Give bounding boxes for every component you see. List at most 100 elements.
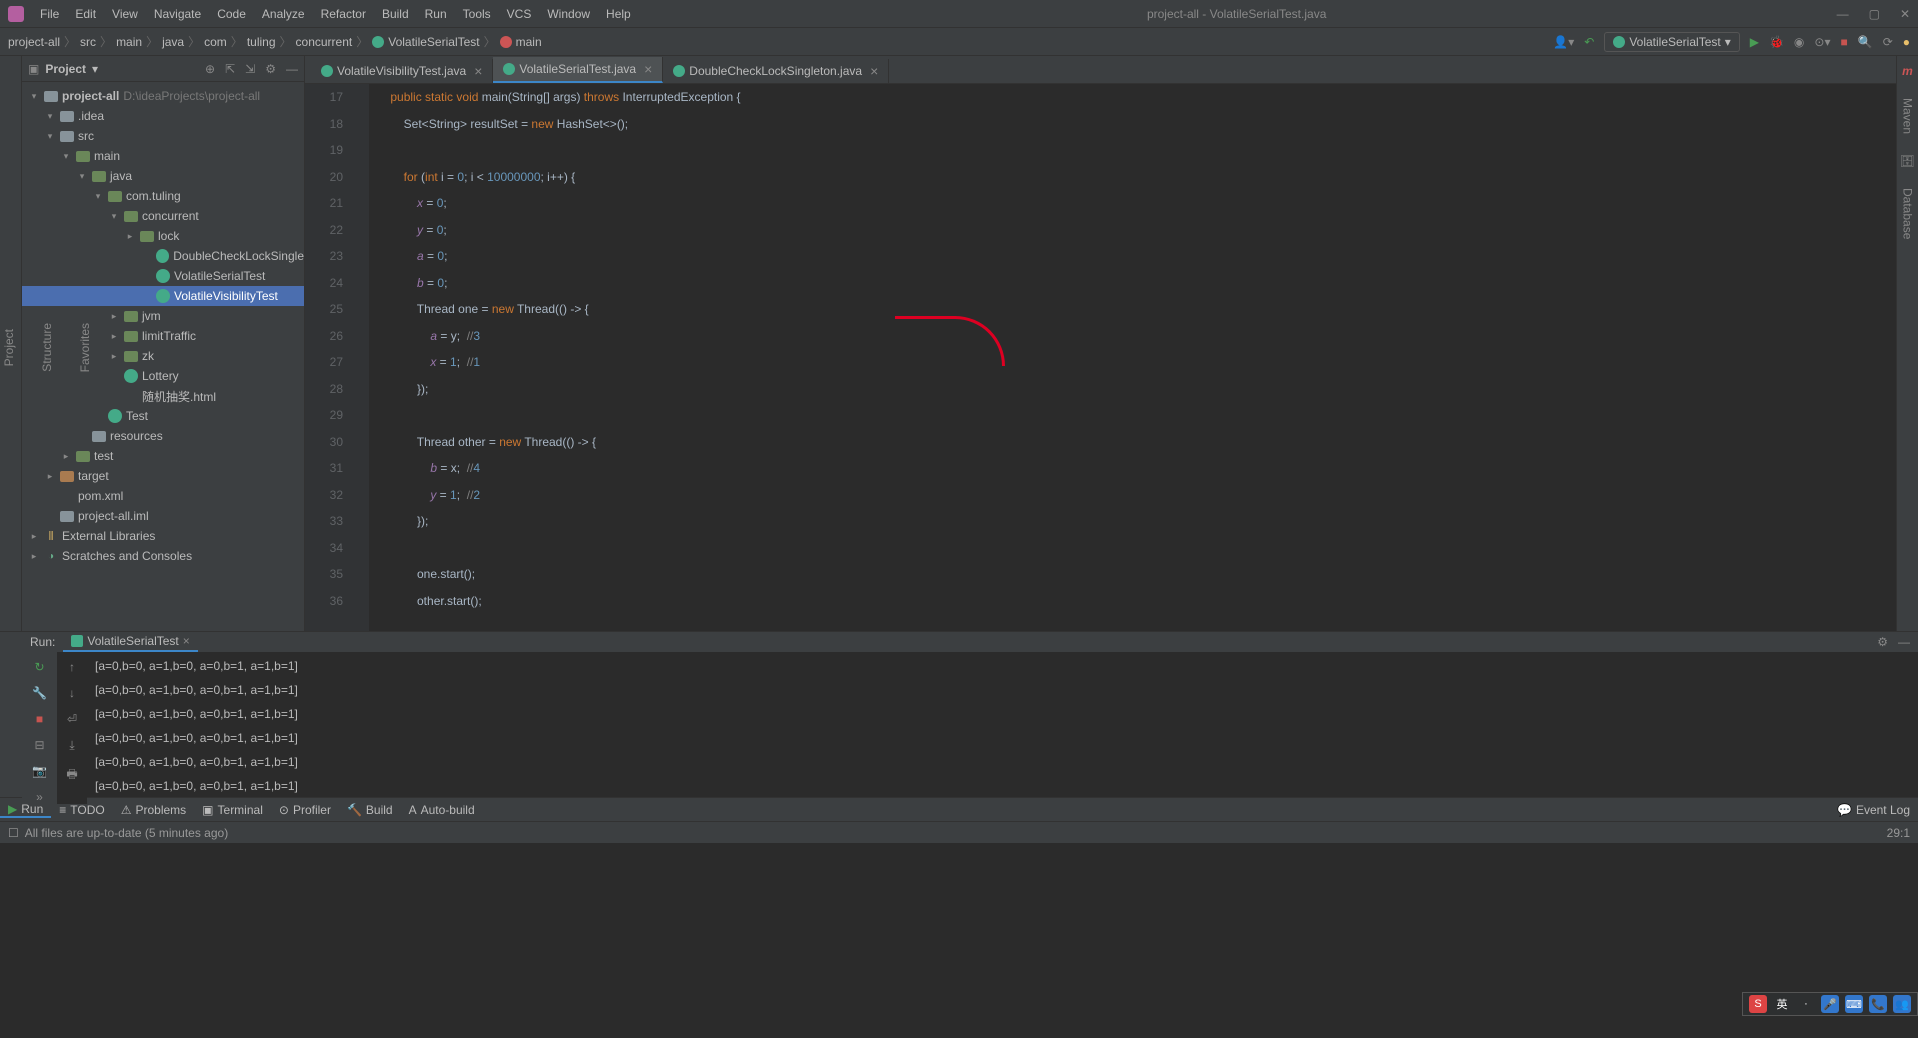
tool-build[interactable]: 🔨Build xyxy=(339,803,401,817)
down-icon[interactable]: ↓ xyxy=(69,686,75,700)
crumb[interactable]: VolatileSerialTest xyxy=(388,35,479,49)
stop-icon[interactable]: ■ xyxy=(1840,35,1847,49)
editor-tab[interactable]: VolatileVisibilityTest.java× xyxy=(311,59,493,83)
tree-item[interactable]: Test xyxy=(22,406,304,426)
ime-keyboard-icon[interactable]: ⌨ xyxy=(1845,995,1863,1013)
tool-favorites[interactable]: Favorites xyxy=(76,319,94,376)
expand-icon[interactable]: ⇱ xyxy=(225,62,235,76)
minimize-icon[interactable]: — xyxy=(1837,7,1849,21)
event-log[interactable]: 💬Event Log xyxy=(1829,803,1918,817)
tree-scratches[interactable]: ▸◑ Scratches and Consoles xyxy=(22,546,304,566)
ime-mic-icon[interactable]: 🎤 xyxy=(1821,995,1839,1013)
tree-item[interactable]: ▾main xyxy=(22,146,304,166)
menu-analyze[interactable]: Analyze xyxy=(256,5,311,23)
tool-profiler[interactable]: ⊙Profiler xyxy=(271,803,339,817)
menu-refactor[interactable]: Refactor xyxy=(315,5,372,23)
debug-icon[interactable]: 🐞 xyxy=(1769,35,1784,49)
run-settings-icon[interactable]: 🔧 xyxy=(32,686,47,700)
tool-problems[interactable]: ⚠Problems xyxy=(113,803,194,817)
ime-phone-icon[interactable]: 📞 xyxy=(1869,995,1887,1013)
ime-logo-icon[interactable]: S xyxy=(1749,995,1767,1013)
tree-item[interactable]: ▸jvm xyxy=(22,306,304,326)
chevron-down-icon[interactable]: ▾ xyxy=(92,62,98,76)
soft-wrap-icon[interactable]: ⏎ xyxy=(67,712,77,726)
tool-maven[interactable]: Maven xyxy=(1899,94,1917,138)
caret-position[interactable]: 29:1 xyxy=(1887,826,1910,840)
crumb[interactable]: com xyxy=(204,35,227,49)
tree-item[interactable]: ▸limitTraffic xyxy=(22,326,304,346)
tree-item[interactable]: project-all.iml xyxy=(22,506,304,526)
camera-icon[interactable]: 📷 xyxy=(32,764,47,778)
back-icon[interactable]: ↶ xyxy=(1584,35,1594,49)
tree-item[interactable]: ▸lock xyxy=(22,226,304,246)
tree-item[interactable]: ▸zk xyxy=(22,346,304,366)
tree-item[interactable]: 随机抽奖.html xyxy=(22,386,304,406)
run-tab[interactable]: VolatileSerialTest × xyxy=(63,632,197,652)
editor-tab[interactable]: VolatileSerialTest.java× xyxy=(493,57,663,83)
tree-item[interactable]: ▾.idea xyxy=(22,106,304,126)
update-icon[interactable]: ⟳ xyxy=(1883,35,1893,49)
maximize-icon[interactable]: ▢ xyxy=(1869,7,1880,21)
tree-item[interactable]: resources xyxy=(22,426,304,446)
tool-terminal[interactable]: ▣Terminal xyxy=(194,803,271,817)
more-icon[interactable]: ● xyxy=(1903,35,1910,49)
tree-item[interactable]: Lottery xyxy=(22,366,304,386)
menu-window[interactable]: Window xyxy=(541,5,596,23)
menu-file[interactable]: File xyxy=(34,5,65,23)
ime-toolbar[interactable]: S 英 · 🎤 ⌨ 📞 👥 xyxy=(1742,992,1918,1016)
layout-icon[interactable]: ⊟ xyxy=(34,738,44,752)
close-icon[interactable]: ✕ xyxy=(1900,7,1910,21)
settings-icon[interactable]: ⚙ xyxy=(265,62,276,76)
scroll-end-icon[interactable]: ⤓ xyxy=(69,738,74,753)
settings-icon[interactable]: ⚙ xyxy=(1877,635,1888,649)
tool-autobuild[interactable]: AAuto-build xyxy=(401,803,483,817)
tool-structure[interactable]: Structure xyxy=(38,319,56,376)
menu-build[interactable]: Build xyxy=(376,5,415,23)
tree-item[interactable]: VolatileVisibilityTest xyxy=(22,286,304,306)
tree-item[interactable]: ▾src xyxy=(22,126,304,146)
print-icon[interactable]: 🖶 xyxy=(66,765,77,786)
select-opened-icon[interactable]: ⊕ xyxy=(205,62,215,76)
tree-item[interactable]: ▸test xyxy=(22,446,304,466)
tree-item[interactable]: ▸target xyxy=(22,466,304,486)
add-config-icon[interactable]: 👤▾ xyxy=(1553,35,1574,49)
tree-external-libs[interactable]: ▸⫼ External Libraries xyxy=(22,526,304,546)
rerun-icon[interactable]: ↻ xyxy=(34,660,44,674)
tree-item[interactable]: ▾concurrent xyxy=(22,206,304,226)
close-icon[interactable]: × xyxy=(183,634,190,648)
project-tree[interactable]: ▾ project-all D:\ideaProjects\project-al… xyxy=(22,82,304,631)
maven-icon[interactable]: m xyxy=(1902,64,1913,78)
tree-item[interactable]: DoubleCheckLockSingle xyxy=(22,246,304,266)
run-config-selector[interactable]: VolatileSerialTest ▾ xyxy=(1604,32,1739,52)
hide-icon[interactable]: — xyxy=(1898,635,1910,649)
tree-root[interactable]: ▾ project-all D:\ideaProjects\project-al… xyxy=(22,86,304,106)
crumb[interactable]: java xyxy=(162,35,184,49)
project-title[interactable]: Project xyxy=(45,62,86,76)
menu-help[interactable]: Help xyxy=(600,5,637,23)
status-icon[interactable]: ☐ xyxy=(8,826,19,840)
crumb[interactable]: tuling xyxy=(247,35,276,49)
hide-icon[interactable]: — xyxy=(286,62,298,76)
stop-icon[interactable]: ■ xyxy=(36,712,43,726)
menu-vcs[interactable]: VCS xyxy=(501,5,538,23)
tree-item[interactable]: ▾com.tuling xyxy=(22,186,304,206)
crumb[interactable]: src xyxy=(80,35,96,49)
ime-punct[interactable]: · xyxy=(1797,995,1815,1013)
menu-code[interactable]: Code xyxy=(211,5,252,23)
database-icon[interactable]: 🗄 xyxy=(1900,154,1915,168)
editor-tab[interactable]: DoubleCheckLockSingleton.java× xyxy=(663,59,889,83)
ime-lang[interactable]: 英 xyxy=(1773,995,1791,1013)
tool-project[interactable]: Project xyxy=(0,325,18,370)
tool-database[interactable]: Database xyxy=(1899,184,1917,243)
tree-item[interactable]: pom.xml xyxy=(22,486,304,506)
tool-todo[interactable]: ≡TODO xyxy=(51,803,112,817)
menu-run[interactable]: Run xyxy=(419,5,453,23)
profile-icon[interactable]: ⊙▾ xyxy=(1814,35,1830,49)
run-output[interactable]: [a=0,b=0, a=1,b=0, a=0,b=1, a=1,b=1][a=0… xyxy=(87,652,1918,804)
tool-run[interactable]: ▶Run xyxy=(0,802,51,818)
search-icon[interactable]: 🔍 xyxy=(1858,35,1873,49)
run-icon[interactable]: ▶ xyxy=(1750,35,1759,49)
collapse-icon[interactable]: ⇲ xyxy=(245,62,255,76)
crumb[interactable]: project-all xyxy=(8,35,60,49)
crumb[interactable]: main xyxy=(516,35,542,49)
